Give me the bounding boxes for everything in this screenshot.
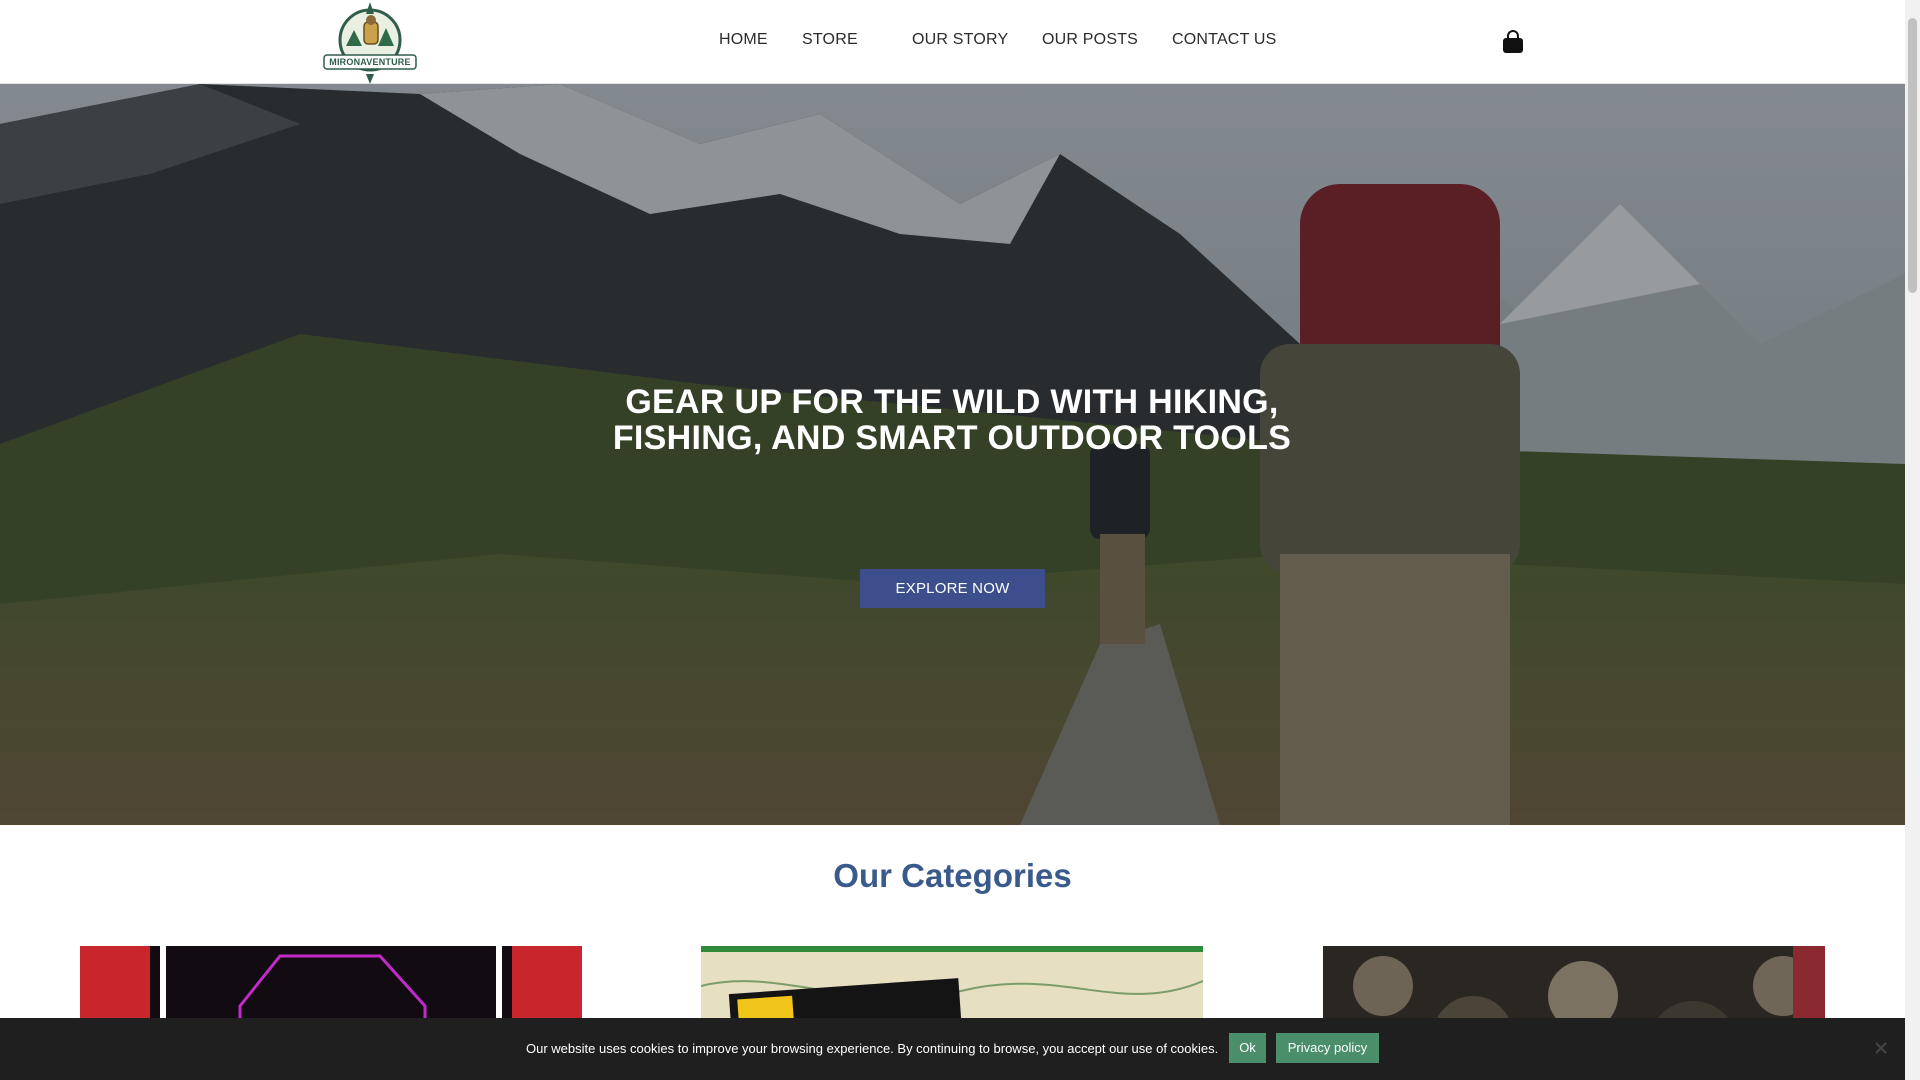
close-icon[interactable] — [1872, 1039, 1890, 1057]
cookie-ok-button[interactable]: Ok — [1229, 1033, 1266, 1063]
site-logo[interactable]: MIRONAVENTURE — [320, 0, 420, 86]
nav-our-story[interactable]: OUR STORY — [912, 31, 1008, 49]
page-scrollbar[interactable] — [1905, 0, 1920, 1080]
hero-heading: GEAR UP FOR THE WILD WITH HIKING, FISHIN… — [552, 384, 1352, 456]
categories-heading: Our Categories — [833, 857, 1072, 894]
site-header: MIRONAVENTURE HOME STORE OUR STORY OUR P… — [0, 0, 1905, 84]
hero-heading-line-1: GEAR UP FOR THE WILD WITH HIKING, — [625, 383, 1279, 421]
logo-text: MIRONAVENTURE — [329, 57, 411, 67]
privacy-policy-button[interactable]: Privacy policy — [1276, 1033, 1379, 1063]
hero-banner: GEAR UP FOR THE WILD WITH HIKING, FISHIN… — [0, 84, 1905, 825]
shopping-bag-icon[interactable] — [1502, 30, 1524, 54]
nav-our-posts[interactable]: OUR POSTS — [1042, 31, 1138, 49]
nav-contact-us[interactable]: CONTACT US — [1172, 31, 1277, 49]
explore-now-button[interactable]: EXPLORE NOW — [860, 569, 1045, 608]
nav-store[interactable]: STORE — [802, 31, 858, 49]
hero-heading-line-2: FISHING, AND SMART OUTDOOR TOOLS — [612, 419, 1292, 457]
logo-emblem-icon — [323, 2, 417, 84]
cookie-banner: Our website uses cookies to improve your… — [0, 1018, 1905, 1080]
cookie-message: Our website uses cookies to improve your… — [526, 1041, 1219, 1056]
nav-home[interactable]: HOME — [719, 31, 768, 49]
scrollbar-thumb[interactable] — [1908, 18, 1917, 293]
